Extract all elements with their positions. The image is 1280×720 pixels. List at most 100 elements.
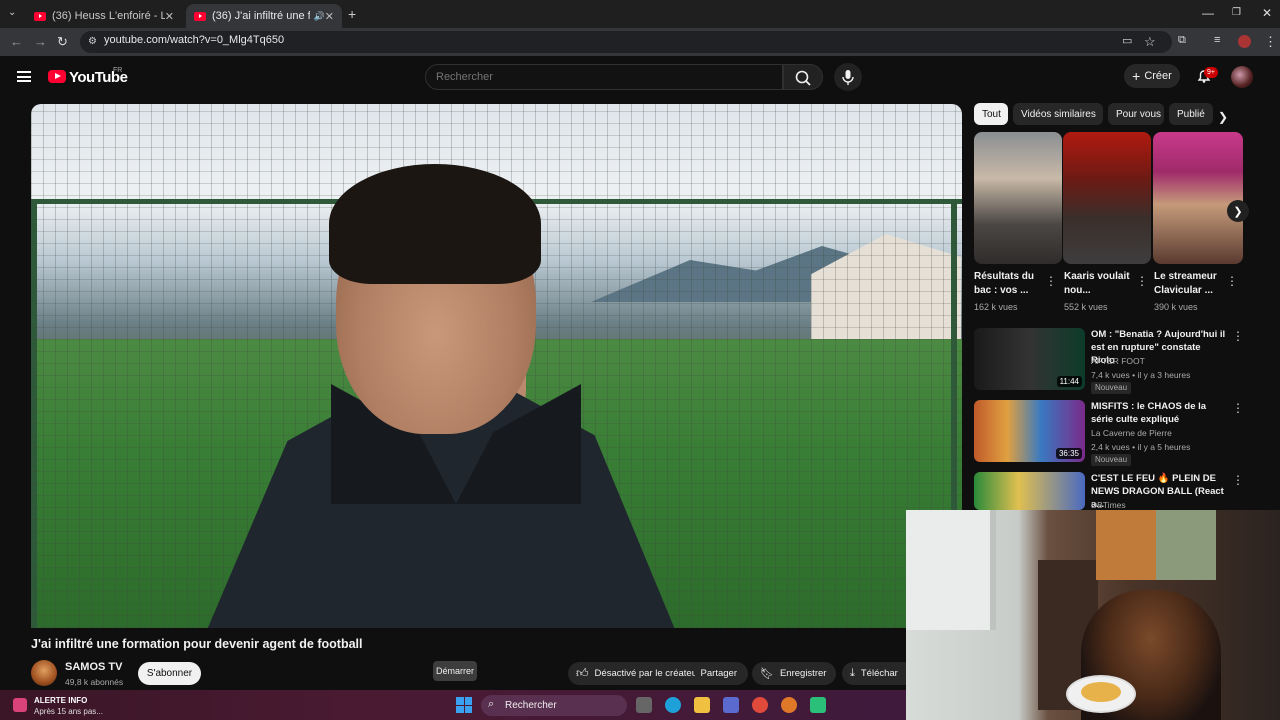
short-title[interactable]: Kaaris voulait nou... — [1064, 270, 1136, 298]
short-views: 552 k vues — [1064, 302, 1108, 312]
share-label[interactable]: Partager — [701, 668, 737, 679]
channel-name[interactable]: SAMOS TV — [65, 661, 122, 673]
taskbar-search[interactable]: Rechercher — [481, 695, 627, 716]
short-thumbnail[interactable] — [1063, 132, 1151, 264]
extensions-icon[interactable]: ⧉ — [1178, 34, 1186, 47]
video-frame-hair — [329, 164, 541, 284]
save-label: Enregistrer — [779, 668, 827, 679]
profile-icon[interactable] — [1238, 35, 1251, 48]
create-button[interactable]: + Créer — [1124, 64, 1180, 88]
country-code: FR — [113, 67, 123, 74]
like-label: Désactivé par le créateur — [594, 668, 695, 679]
chrome-icon[interactable] — [752, 697, 768, 713]
short-title[interactable]: Le streameur Clavicular ... — [1154, 270, 1230, 298]
download-icon: ⤓ — [850, 667, 855, 679]
url-text[interactable]: youtube.com/watch?v=0_Mlg4Tq650 — [104, 34, 284, 46]
browser-menu-icon[interactable]: ⋮ — [1264, 34, 1277, 50]
browser-tab-2-title: (36) J'ai infiltré une formation — [212, 10, 310, 22]
chip-published[interactable]: Publié — [1169, 103, 1213, 125]
maximize-icon[interactable]: ❐ — [1232, 7, 1241, 18]
video-duration: 36:35 — [1055, 448, 1082, 459]
video-channel[interactable]: AFTER FOOT — [1091, 356, 1145, 366]
more-options-icon[interactable]: ⋮ — [1232, 473, 1244, 487]
audio-icon[interactable]: 🔊 — [314, 11, 325, 22]
video-channel[interactable]: La Caverne de Pierre — [1091, 428, 1172, 438]
close-icon[interactable]: ✕ — [165, 10, 174, 23]
bookmark-icon: 🔖︎ — [760, 668, 774, 680]
like-button[interactable]: 👍︎ Désactivé par le créateur Partager — [568, 662, 748, 685]
reload-icon[interactable]: ↻ — [57, 34, 68, 50]
search-icon — [795, 70, 811, 86]
taskbar — [0, 690, 906, 720]
webcam-overlay — [906, 510, 1280, 720]
new-tab-icon[interactable]: + — [348, 6, 356, 22]
cast-icon[interactable]: ▭ — [1122, 34, 1132, 47]
minimize-icon[interactable]: — — [1202, 6, 1214, 20]
task-view-icon[interactable] — [636, 697, 652, 713]
short-views: 162 k vues — [974, 302, 1018, 312]
chevron-right-icon: ❯ — [1233, 205, 1243, 218]
site-info-icon[interactable]: ⚙ — [88, 36, 97, 47]
more-options-icon[interactable]: ⋮ — [1232, 329, 1244, 343]
browser-tab-1[interactable]: (36) Heuss L'enfoiré - L'enfoiré ✕ — [26, 4, 182, 28]
short-thumbnail[interactable] — [974, 132, 1062, 264]
new-badge: Nouveau — [1091, 382, 1132, 394]
short-thumbnail[interactable] — [1153, 132, 1243, 264]
video-player[interactable] — [31, 104, 962, 628]
windows-start-icon[interactable] — [456, 697, 472, 713]
close-icon[interactable]: ✕ — [325, 10, 334, 23]
shorts-next-button[interactable]: ❯ — [1227, 200, 1249, 222]
firefox-icon[interactable] — [781, 697, 797, 713]
browser-tab-1-title: (36) Heuss L'enfoiré - L'enfoiré — [52, 10, 165, 22]
chip-all[interactable]: Tout — [974, 103, 1008, 125]
taskbar-search-label: Rechercher — [505, 700, 557, 711]
account-avatar[interactable] — [1231, 66, 1253, 88]
bookmark-star-icon[interactable]: ☆ — [1144, 34, 1156, 50]
short-views: 390 k vues — [1154, 302, 1198, 312]
save-button[interactable]: 🔖︎ Enregistrer — [752, 662, 836, 685]
chip-for-you[interactable]: Pour vous — [1108, 103, 1164, 125]
youtube-favicon-icon — [194, 11, 206, 21]
voice-search-button[interactable] — [834, 63, 862, 91]
video-title: J'ai infiltré une formation pour devenir… — [31, 637, 363, 651]
youtube-logo-icon[interactable] — [48, 70, 66, 83]
news-alert-icon[interactable] — [13, 698, 27, 712]
subscriber-count: 49,8 k abonnés — [65, 677, 124, 687]
app-icon[interactable] — [810, 697, 826, 713]
plus-icon: + — [1132, 68, 1141, 84]
menu-icon[interactable] — [17, 71, 31, 82]
youtube-favicon-icon — [34, 11, 46, 21]
browser-tab-2[interactable]: (36) J'ai infiltré une formation 🔊 ✕ — [186, 4, 342, 28]
chevron-right-icon[interactable]: ❯ — [1218, 110, 1228, 124]
microphone-icon — [842, 70, 854, 85]
chip-related[interactable]: Vidéos similaires — [1013, 103, 1103, 125]
thumbs-up-icon: 👍︎ — [576, 666, 589, 680]
alert-title[interactable]: ALERTE INFO — [34, 696, 87, 705]
tab-search-icon[interactable]: ⌄ — [8, 7, 16, 18]
channel-avatar[interactable] — [31, 660, 57, 686]
short-title[interactable]: Résultats du bac : vos ... — [974, 270, 1054, 298]
download-label: Téléchar — [860, 668, 898, 679]
window-close-icon[interactable]: ✕ — [1262, 6, 1272, 20]
more-options-icon[interactable]: ⋮ — [1226, 274, 1238, 288]
video-channel[interactable]: DBTimes — [1091, 500, 1126, 510]
search-button[interactable] — [783, 64, 823, 90]
back-icon[interactable]: ← — [10, 34, 23, 49]
video-thumbnail[interactable]: 11:44 — [974, 328, 1085, 390]
forward-icon[interactable]: → — [34, 34, 47, 49]
more-options-icon[interactable]: ⋮ — [1136, 274, 1148, 288]
subscribe-button[interactable]: S'abonner — [138, 662, 201, 685]
video-title[interactable]: MISFITS : le CHAOS de la série culte exp… — [1091, 400, 1226, 426]
file-explorer-icon[interactable] — [694, 697, 710, 713]
video-thumbnail[interactable] — [974, 472, 1085, 510]
search-input[interactable] — [425, 64, 783, 90]
store-icon[interactable] — [723, 697, 739, 713]
edge-icon[interactable] — [665, 697, 681, 713]
media-control-icon[interactable]: ≡ — [1214, 34, 1220, 46]
more-options-icon[interactable]: ⋮ — [1045, 274, 1057, 288]
webcam-window — [906, 510, 996, 630]
video-duration: 11:44 — [1056, 376, 1082, 387]
video-thumbnail[interactable]: 36:35 — [974, 400, 1085, 462]
download-button[interactable]: ⤓ Téléchar — [842, 662, 906, 685]
more-options-icon[interactable]: ⋮ — [1232, 401, 1244, 415]
